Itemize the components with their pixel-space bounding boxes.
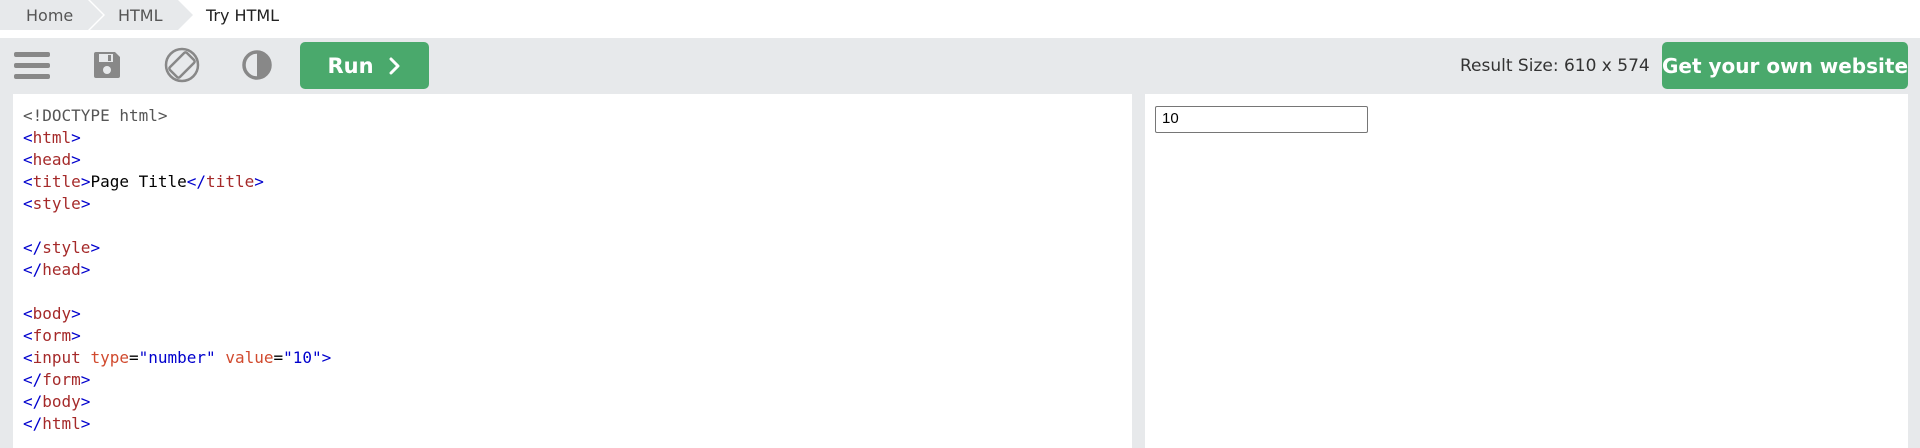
code-token: "10" [283,348,322,367]
code-token: > [71,326,81,345]
rotate-icon[interactable] [163,47,201,83]
run-button-label: Run [327,53,374,78]
code-token: > [80,194,91,213]
number-input[interactable]: 10 [1155,106,1368,133]
code-token: head [32,150,72,169]
code-line: </head> [23,259,1132,281]
toolbar: Run Result Size: 610 x 574 Get your own … [0,38,1920,92]
breadcrumb: Home HTML Try HTML [0,0,1920,30]
run-button[interactable]: Run [300,42,429,89]
code-line: <input type="number" value="10"> [23,347,1132,369]
code-line: <!DOCTYPE html> [23,105,1132,127]
code-token: > [71,150,81,169]
code-token: html [42,414,81,433]
code-token: = [128,348,139,367]
code-token: head [42,260,81,279]
menu-icon[interactable] [13,48,51,82]
code-token: body [32,304,72,323]
code-token: < [23,326,33,345]
code-line: </body> [23,391,1132,413]
main-area: <!DOCTYPE html> <html> <head> <title>Page T… [0,92,1920,448]
code-token: < [23,348,33,367]
result-size-label: Result Size: 610 x 574 [1460,56,1650,76]
code-line: </form> [23,369,1132,391]
code-token: </ [23,370,43,389]
code-line: <head> [23,149,1132,171]
code-token: > [80,414,91,433]
code-token: > [80,172,91,191]
code-token: </ [23,260,43,279]
code-token: "number" [138,348,216,367]
result-panel: 10 [1145,94,1908,448]
code-token: body [42,392,81,411]
code-token: title [206,172,255,191]
code-token: > [71,128,81,147]
get-your-own-website-button[interactable]: Get your own website [1662,42,1908,89]
code-token: < [23,172,33,191]
code-token: <!DOCTYPE html> [23,106,168,125]
code-token: < [23,150,33,169]
code-token: > [71,304,81,323]
code-token: > [90,238,101,257]
code-token: < [23,194,33,213]
save-icon[interactable] [88,48,126,82]
code-token: </ [23,238,43,257]
code-token: input [32,348,81,367]
code-token: > [80,392,91,411]
code-token: type [90,348,129,367]
code-token: style [32,194,81,213]
code-token: = [273,348,284,367]
breadcrumb-home-link[interactable]: Home [0,0,105,30]
code-token: style [42,238,91,257]
code-line: </html> [23,413,1132,435]
code-line: <body> [23,303,1132,325]
code-token: </ [23,392,43,411]
code-token: title [32,172,81,191]
contrast-icon[interactable] [238,48,276,82]
code-line: <title>Page Title</title> [23,171,1132,193]
code-token: </ [186,172,207,191]
code-line: <html> [23,127,1132,149]
code-line: <style> [23,193,1132,215]
code-token: </ [23,414,43,433]
code-token: < [23,304,33,323]
chevron-right-icon [389,57,400,74]
code-line: </style> [23,237,1132,259]
code-token: form [32,326,72,345]
code-token: > [321,348,332,367]
code-editor[interactable]: <!DOCTYPE html> <html> <head> <title>Page T… [13,94,1132,448]
code-token: html [32,128,72,147]
code-token: < [23,128,33,147]
code-line: <form> [23,325,1132,347]
code-token: Page Title [90,172,187,191]
code-token: > [80,370,91,389]
code-token: form [42,370,81,389]
code-token: > [254,172,264,191]
code-token: > [80,260,91,279]
code-token: value [225,348,274,367]
